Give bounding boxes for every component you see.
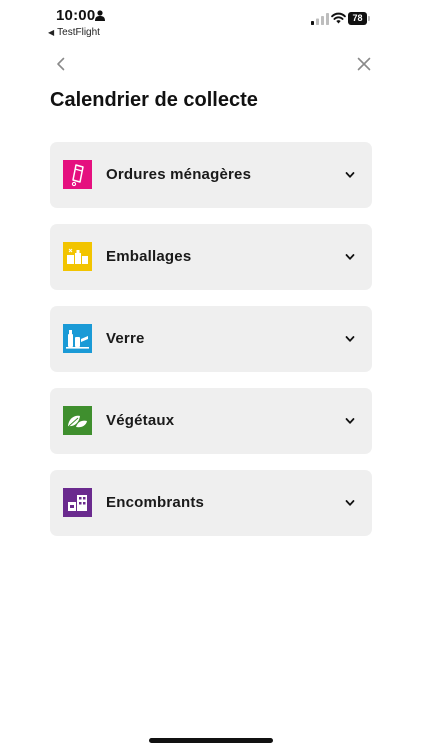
category-label: Végétaux [106, 412, 175, 429]
leaves-icon [63, 406, 92, 435]
battery-indicator: 78 [348, 12, 370, 25]
chevron-down-icon [345, 418, 355, 424]
chevron-down-icon [345, 172, 355, 178]
close-icon[interactable] [355, 55, 373, 73]
back-to-testflight-link[interactable]: ◀ TestFlight [48, 27, 100, 38]
category-verre[interactable]: Verre [50, 306, 372, 372]
chevron-down-icon [345, 500, 355, 506]
chevron-down-icon [345, 254, 355, 260]
back-triangle-icon: ◀ [48, 28, 55, 37]
category-emballages[interactable]: Emballages [50, 224, 372, 290]
bulky-items-icon [63, 488, 92, 517]
status-time: 10:00 [56, 7, 96, 24]
back-chevron-icon[interactable] [52, 55, 70, 73]
page-title: Calendrier de collecte [50, 89, 258, 111]
category-vegetaux[interactable]: Végétaux [50, 388, 372, 454]
battery-level: 78 [348, 12, 367, 25]
back-to-app-label: TestFlight [57, 27, 100, 38]
packaging-icon [63, 242, 92, 271]
category-label: Ordures ménagères [106, 166, 252, 183]
wifi-icon [331, 12, 346, 24]
category-label: Encombrants [106, 494, 205, 511]
home-indicator[interactable] [149, 738, 273, 743]
status-bar: 10:00 ◀ TestFlight 78 [0, 0, 422, 42]
person-icon [95, 10, 105, 21]
cellular-signal-icon [311, 13, 329, 25]
category-label: Verre [106, 330, 145, 347]
category-encombrants[interactable]: Encombrants [50, 470, 372, 536]
glass-bottles-icon [63, 324, 92, 353]
category-list: Ordures ménagères Emballages Verre Végét… [50, 142, 372, 552]
category-ordures-menageres[interactable]: Ordures ménagères [50, 142, 372, 208]
battery-tip [368, 16, 370, 21]
trash-bag-icon [63, 160, 92, 189]
chevron-down-icon [345, 336, 355, 342]
category-label: Emballages [106, 248, 192, 265]
